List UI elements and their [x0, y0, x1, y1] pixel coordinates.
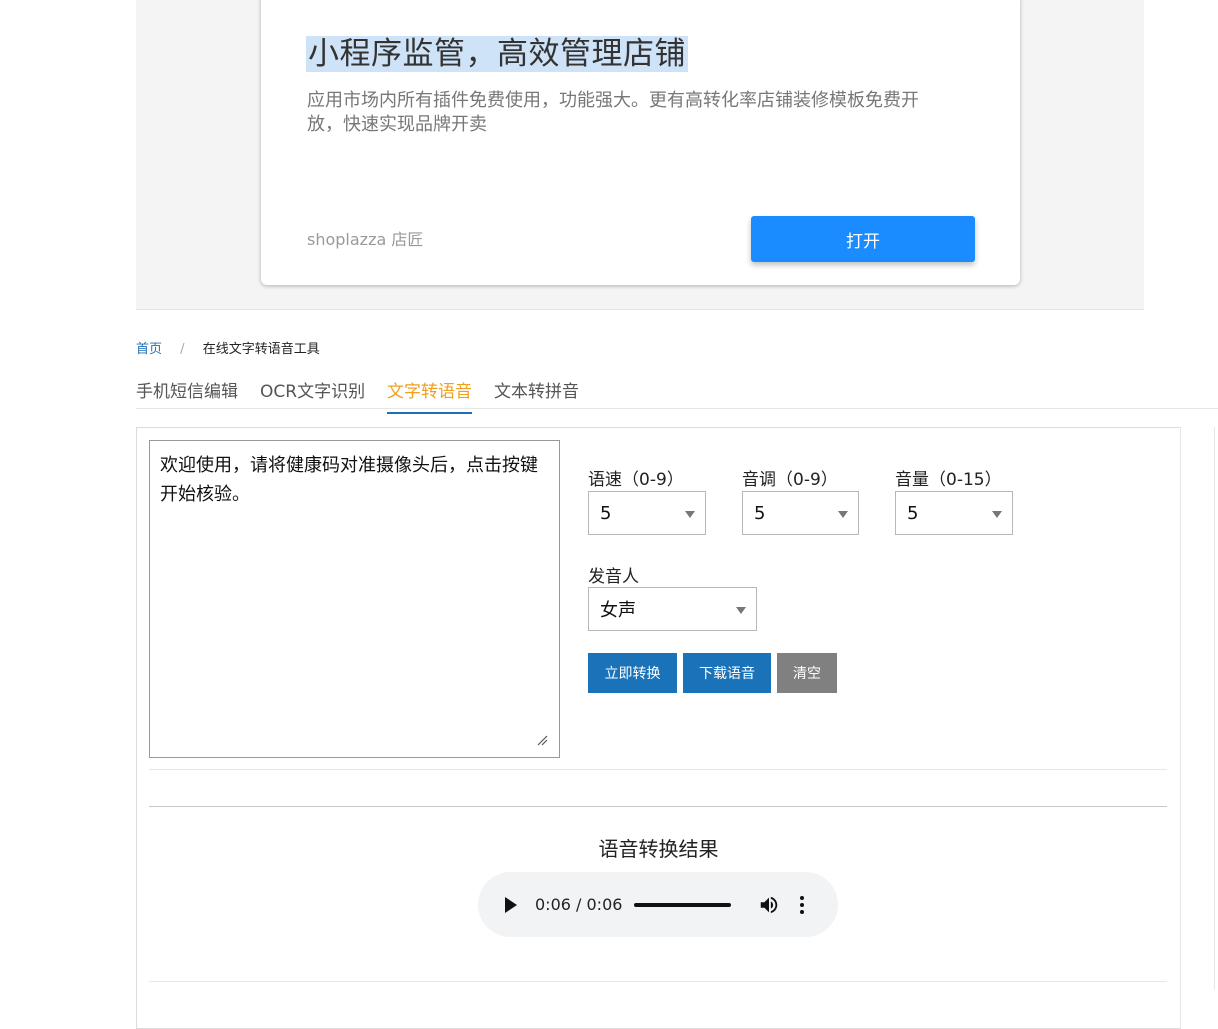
ad-open-button[interactable]: 打开	[751, 216, 975, 262]
breadcrumb-current: 在线文字转语音工具	[202, 342, 320, 357]
speed-select[interactable]: 5	[588, 491, 706, 535]
volume-label: 音量（0-15）	[895, 470, 1002, 490]
voice-select[interactable]: 女声	[588, 587, 757, 631]
speed-select-value: 5	[600, 502, 612, 524]
resize-handle-icon[interactable]	[536, 734, 548, 746]
audio-time: 0:06 / 0:06	[535, 895, 623, 914]
tab-ocr[interactable]: OCR文字识别	[260, 377, 365, 412]
ad-description: 应用市场内所有插件免费使用，功能强大。更有高转化率店铺装修模板免费开放，快速实现…	[307, 90, 919, 135]
download-button[interactable]: 下载语音	[683, 653, 771, 693]
chevron-down-icon	[992, 511, 1002, 518]
ad-card[interactable]: 小程序监管，高效管理店铺 应用市场内所有插件免费使用，功能强大。更有高转化率店铺…	[261, 0, 1020, 285]
divider	[149, 981, 1167, 982]
chevron-down-icon	[838, 511, 848, 518]
breadcrumb-separator: /	[180, 342, 185, 357]
ad-banner: 小程序监管，高效管理店铺 应用市场内所有插件免费使用，功能强大。更有高转化率店铺…	[136, 0, 1144, 310]
tab-text-to-pinyin[interactable]: 文本转拼音	[494, 377, 579, 412]
chevron-down-icon	[736, 607, 746, 614]
voice-label: 发音人	[588, 567, 639, 587]
text-input[interactable]: 欢迎使用，请将健康码对准摄像头后，点击按键开始核验。	[149, 440, 560, 758]
play-icon[interactable]	[505, 897, 517, 913]
chevron-down-icon	[685, 511, 695, 518]
divider	[149, 769, 1167, 770]
speed-label: 语速（0-9）	[588, 470, 684, 490]
tts-panel: 欢迎使用，请将健康码对准摄像头后，点击按键开始核验。 语速（0-9） 5 音调（…	[136, 427, 1181, 1029]
more-options-icon[interactable]	[799, 895, 805, 915]
divider	[149, 806, 1167, 807]
breadcrumb: 首页 / 在线文字转语音工具	[136, 338, 320, 357]
convert-button[interactable]: 立即转换	[588, 653, 677, 693]
volume-icon[interactable]	[758, 894, 780, 916]
tab-sms-edit[interactable]: 手机短信编辑	[136, 377, 238, 412]
scroll-edge	[1214, 427, 1218, 990]
result-title: 语音转换结果	[598, 837, 719, 861]
ad-brand: shoplazza 店匠	[307, 230, 424, 249]
ad-title: 小程序监管，高效管理店铺	[306, 36, 688, 72]
audio-progress-bar[interactable]	[634, 903, 731, 907]
voice-select-value: 女声	[600, 600, 636, 621]
volume-select-value: 5	[907, 502, 919, 524]
clear-button[interactable]: 清空	[777, 653, 837, 693]
tab-text-to-speech[interactable]: 文字转语音	[387, 377, 472, 414]
pitch-select[interactable]: 5	[742, 491, 859, 535]
pitch-label: 音调（0-9）	[742, 470, 838, 490]
pitch-select-value: 5	[754, 502, 766, 524]
audio-player: 0:06 / 0:06	[478, 872, 838, 937]
breadcrumb-home-link[interactable]: 首页	[136, 342, 162, 357]
volume-select[interactable]: 5	[895, 491, 1013, 535]
tool-tabs: 手机短信编辑 OCR文字识别 文字转语音 文本转拼音	[136, 368, 1218, 414]
